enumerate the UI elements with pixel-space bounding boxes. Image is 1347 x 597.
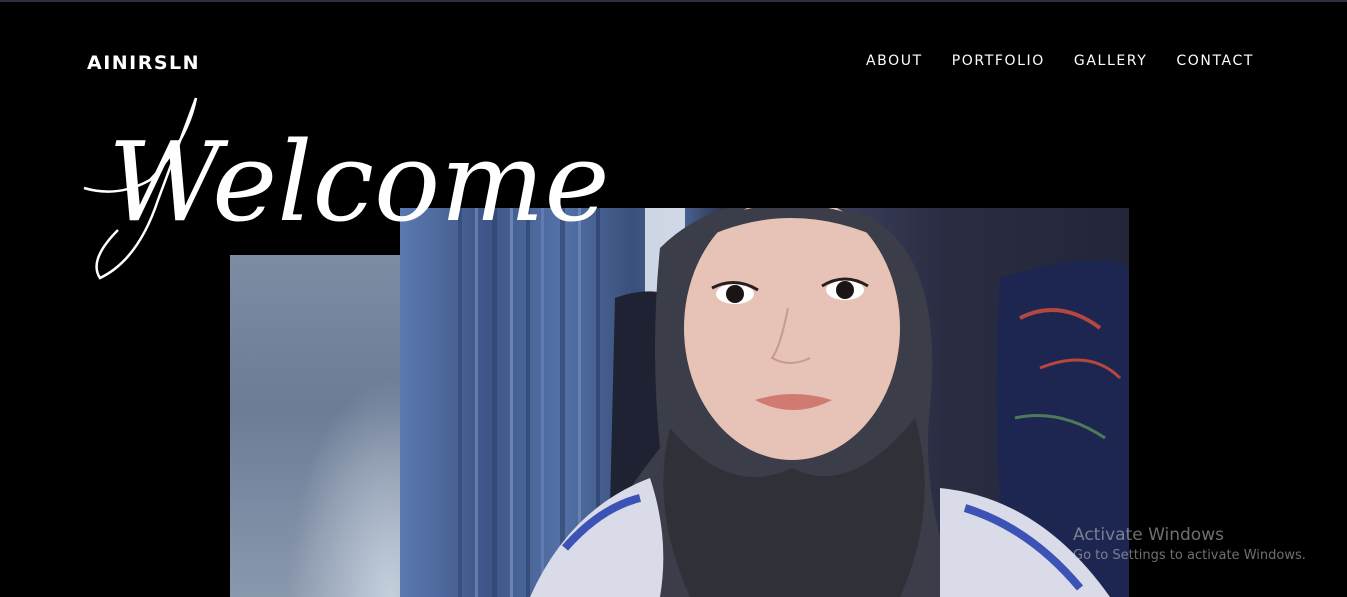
watermark-title: Activate Windows	[1073, 525, 1224, 545]
site-logo[interactable]: AINIRSLN	[87, 52, 200, 74]
welcome-script-text: Welcome	[108, 118, 610, 246]
activate-windows-watermark: Activate Windows Go to Settings to activ…	[1073, 524, 1306, 565]
watermark-subtitle: Go to Settings to activate Windows.	[1073, 548, 1306, 563]
nav-portfolio[interactable]: PORTFOLIO	[952, 52, 1045, 70]
welcome-script-title: Welcome	[83, 97, 610, 280]
main-nav: ABOUT PORTFOLIO GALLERY CONTACT	[866, 52, 1254, 70]
browser-top-strip	[0, 0, 1347, 2]
nav-about[interactable]: ABOUT	[866, 52, 923, 70]
nav-gallery[interactable]: GALLERY	[1074, 52, 1147, 70]
nav-contact[interactable]: CONTACT	[1176, 52, 1254, 70]
